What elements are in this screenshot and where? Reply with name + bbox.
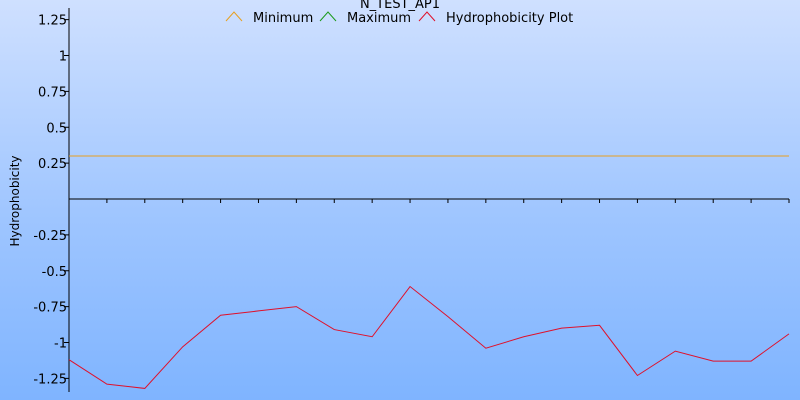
legend-label-hydrophobicity-plot: Hydrophobicity Plot (446, 11, 573, 26)
y-tick-label: 1 (59, 50, 67, 65)
y-tick-label: -0.75 (33, 301, 67, 316)
legend-label-maximum: Maximum (347, 11, 411, 26)
series-layer (68, 155, 790, 389)
legend-swatch-maximum-icon (319, 11, 337, 22)
y-tick-label: 0.5 (46, 121, 67, 136)
legend-item-maximum: Maximum (319, 11, 411, 26)
legend-label-minimum: Minimum (253, 11, 313, 26)
legend-swatch-minimum-icon (225, 11, 243, 22)
y-axis-title: Hydrophobicity (8, 155, 22, 246)
legend-item-minimum: Minimum (225, 11, 313, 26)
y-tick-label: 0.25 (38, 157, 67, 172)
y-tick-label: -1.25 (33, 372, 67, 387)
y-axis: 1.25 1 0.75 0.5 0.25 -0.25 -0.5 -0.75 -1 -1.25 (33, 8, 70, 392)
y-tick-label: -1 (54, 337, 67, 352)
legend-item-hydrophobicity-plot: Hydrophobicity Plot (418, 11, 573, 26)
chart-canvas: N_TEST_AP1 Minimum Maximum Hydrophobicit… (8, 0, 790, 392)
y-tick-label: 1.25 (38, 14, 67, 29)
legend-swatch-hydrophobicity-icon (418, 11, 436, 22)
hydrophobicity-chart: N_TEST_AP1 Minimum Maximum Hydrophobicit… (0, 0, 800, 400)
y-tick-label: 0.75 (38, 85, 67, 100)
series-line-hydrophobicity-plot (68, 285, 790, 389)
legend: Minimum Maximum Hydrophobicity Plot (225, 11, 573, 26)
x-axis (69, 198, 790, 203)
y-tick-label: -0.5 (42, 265, 67, 280)
y-tick-label: -0.25 (33, 229, 67, 244)
